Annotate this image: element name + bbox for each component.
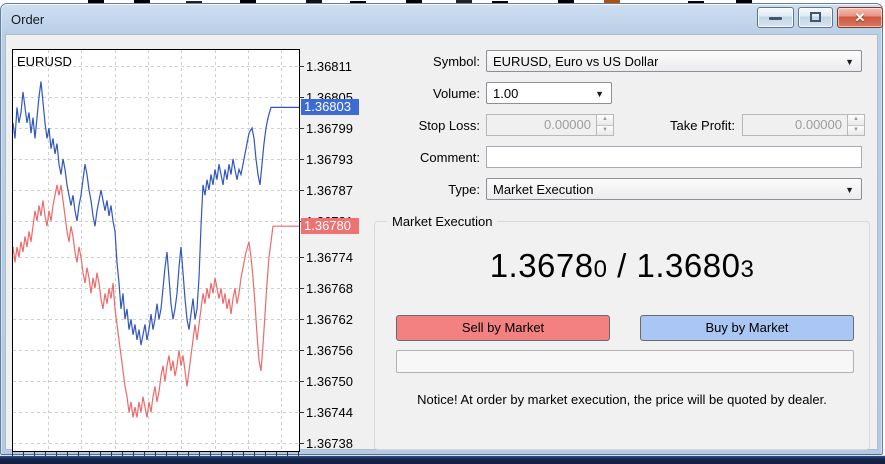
price-axis-tick: 1.36774 [299,250,364,265]
symbol-value: EURUSD, Euro vs US Dollar [493,53,659,69]
comment-input[interactable] [486,146,862,168]
minimize-button[interactable] [757,7,794,28]
take-profit-spin-up-icon: ▲ [848,115,864,126]
chevron-down-icon: ▼ [595,89,604,99]
stop-loss-label: Stop Loss: [418,118,480,133]
time-axis-ticks [12,452,300,456]
chevron-down-icon: ▼ [845,185,854,195]
tick-chart [12,49,300,452]
volume-label: Volume: [433,86,480,101]
price-axis-tick: 1.36750 [299,374,364,389]
price-axis-tick: 1.36744 [299,405,364,420]
bid-price-badge: 1.36780 [301,218,359,234]
background-window-strip [0,455,885,464]
type-label: Type: [448,182,480,197]
bid-line [12,184,299,418]
comment-label: Comment: [420,150,480,165]
take-profit-field: 0.00000 ▲ ▼ [742,114,865,136]
maximize-button[interactable] [798,7,833,28]
take-profit-spin-down-icon: ▼ [848,125,864,135]
stop-loss-field: 0.00000 ▲ ▼ [486,114,614,136]
volume-select[interactable]: 1.00 ▼ [486,82,612,104]
maximize-icon [810,12,821,22]
price-axis-tick: 1.36762 [299,312,364,327]
chevron-down-icon: ▼ [845,57,854,67]
price-axis-tick: 1.36768 [299,281,364,296]
order-type-value: Market Execution [493,181,594,197]
close-icon: ✕ [854,10,866,25]
order-type-select[interactable]: Market Execution ▼ [486,178,862,200]
dialog-body: EURUSD 1.36811 1.36805 1.36799 1.36793 1.367… [5,34,878,456]
sell-by-market-button[interactable]: Sell by Market [396,315,610,341]
window-title: Order [11,12,45,27]
take-profit-label: Take Profit: [669,118,735,133]
titlebar[interactable]: Order [1,4,882,34]
dealer-notice: Notice! At order by market execution, th… [417,392,827,407]
ask-price-badge: 1.36803 [301,99,359,115]
stop-loss-value: 0.00000 [544,117,591,132]
group-title: Market Execution [387,214,498,229]
market-execution-group: Market Execution 1.36780 / 1.36803 Sell … [374,214,870,450]
symbol-label: Symbol: [433,54,480,69]
price-axis-tick: 1.36738 [299,436,364,451]
bid-ask-quote: 1.36780 / 1.36803 [489,247,755,284]
buy-by-market-button[interactable]: Buy by Market [640,315,854,341]
execution-progress-bar [396,350,854,373]
minimize-icon [769,17,782,20]
symbol-select[interactable]: EURUSD, Euro vs US Dollar ▼ [486,50,862,72]
take-profit-value: 0.00000 [795,117,842,132]
close-button[interactable]: ✕ [837,7,883,28]
price-axis-tick: 1.36756 [299,343,364,358]
order-dialog: Order ✕ EURUSD 1.36811 1.36805 1.36799 1.36… [0,3,883,456]
volume-value: 1.00 [493,85,519,101]
tick-chart-canvas [12,50,299,451]
chart-symbol-label: EURUSD [17,54,72,69]
ask-line [12,81,299,346]
